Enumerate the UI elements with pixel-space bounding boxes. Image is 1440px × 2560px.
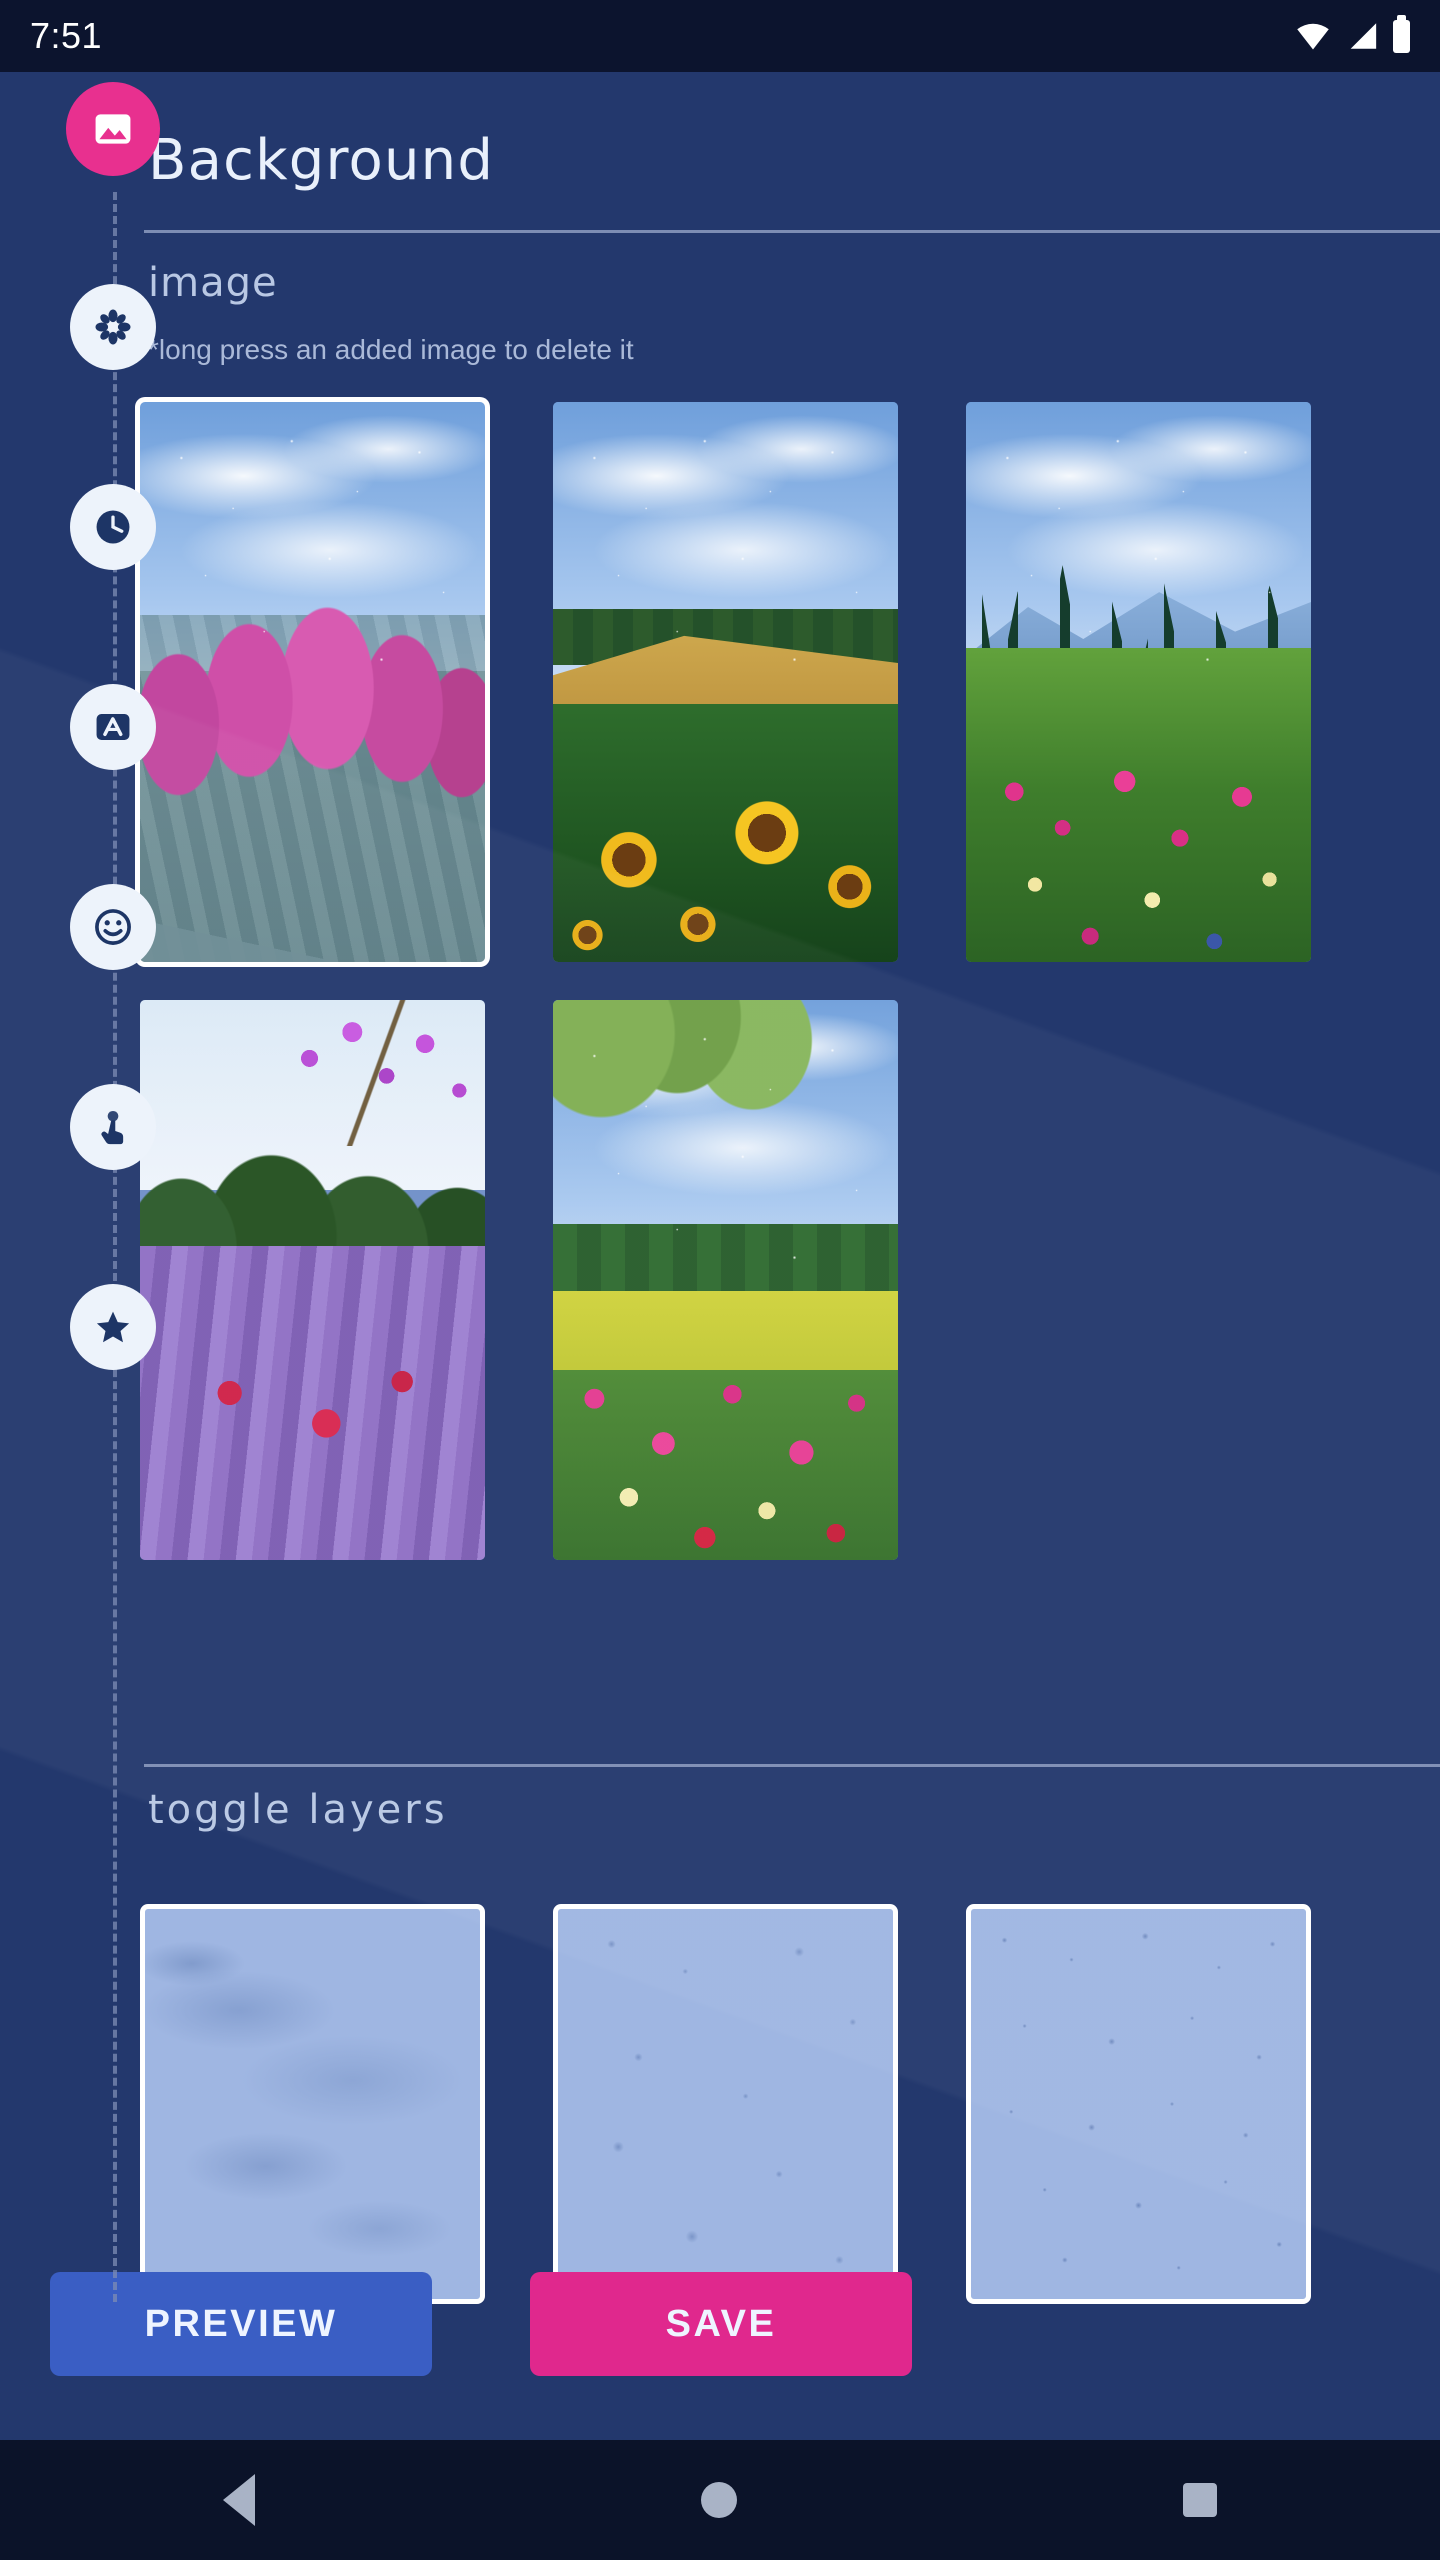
section-label-image: image xyxy=(148,260,278,306)
section-label-toggle-layers: toggle layers xyxy=(148,1787,448,1833)
layer-card-clouds[interactable] xyxy=(140,1904,485,2304)
content-column: Background image *long press an added im… xyxy=(136,72,1440,2440)
recents-icon[interactable] xyxy=(1183,2483,1217,2517)
sidebar-item-touch[interactable] xyxy=(70,1084,156,1170)
clock-icon xyxy=(96,510,130,544)
cellular-signal-icon xyxy=(1350,23,1377,49)
image-thumb-lavender-poppies[interactable] xyxy=(140,1000,485,1560)
layer-card-raindrops[interactable] xyxy=(553,1904,898,2304)
stars-texture xyxy=(971,1909,1306,2299)
save-button[interactable]: SAVE xyxy=(530,2272,912,2376)
action-bar: PREVIEW SAVE xyxy=(0,2264,1440,2384)
thumb-scene xyxy=(140,402,485,962)
sidebar-item-font[interactable] xyxy=(70,684,156,770)
touch-icon xyxy=(101,1110,124,1145)
sidebar-item-effects[interactable] xyxy=(70,284,156,370)
layer-card-stars[interactable] xyxy=(966,1904,1311,2304)
sidebar-item-sticker[interactable] xyxy=(70,884,156,970)
font-a-icon xyxy=(96,714,130,740)
sidebar-item-favourites[interactable] xyxy=(70,1284,156,1370)
star-icon xyxy=(96,1311,130,1343)
sidebar-item-background[interactable] xyxy=(66,82,160,176)
back-icon[interactable] xyxy=(223,2474,255,2526)
image-thumb-sunflower-field[interactable] xyxy=(553,402,898,962)
image-thumb-countryside-blooms[interactable] xyxy=(553,1000,898,1560)
flower-icon xyxy=(95,309,131,345)
image-thumb-mountain-meadow[interactable] xyxy=(966,402,1311,962)
raindrops-texture xyxy=(558,1909,893,2299)
smiley-icon xyxy=(95,909,131,945)
thumb-scene xyxy=(553,402,898,962)
home-icon[interactable] xyxy=(701,2482,737,2518)
thumb-scene xyxy=(553,1000,898,1560)
image-thumb-pink-tulips[interactable] xyxy=(136,398,489,966)
sidebar-rail xyxy=(0,72,160,2440)
image-icon xyxy=(95,114,131,144)
image-thumbnail-grid xyxy=(136,398,1440,1560)
toggle-layer-grid xyxy=(140,1904,1440,2304)
app-root: 7:51 Background image *long press an add… xyxy=(0,0,1440,2560)
battery-icon xyxy=(1393,14,1410,53)
image-hint-text: *long press an added image to delete it xyxy=(148,334,634,365)
sidebar-item-clock[interactable] xyxy=(70,484,156,570)
clouds-texture xyxy=(145,1909,480,2299)
wifi-icon xyxy=(1297,23,1329,50)
page-title: Background xyxy=(148,128,495,193)
screen-body: Background image *long press an added im… xyxy=(0,72,1440,2440)
status-icons xyxy=(1295,14,1410,53)
divider-toggle-layers xyxy=(144,1764,1440,1767)
status-bar: 7:51 xyxy=(0,0,1440,72)
android-navigation-bar xyxy=(0,2440,1440,2560)
thumb-scene xyxy=(966,402,1311,962)
divider-top xyxy=(144,230,1440,233)
status-clock: 7:51 xyxy=(30,15,103,56)
thumb-scene xyxy=(140,1000,485,1560)
